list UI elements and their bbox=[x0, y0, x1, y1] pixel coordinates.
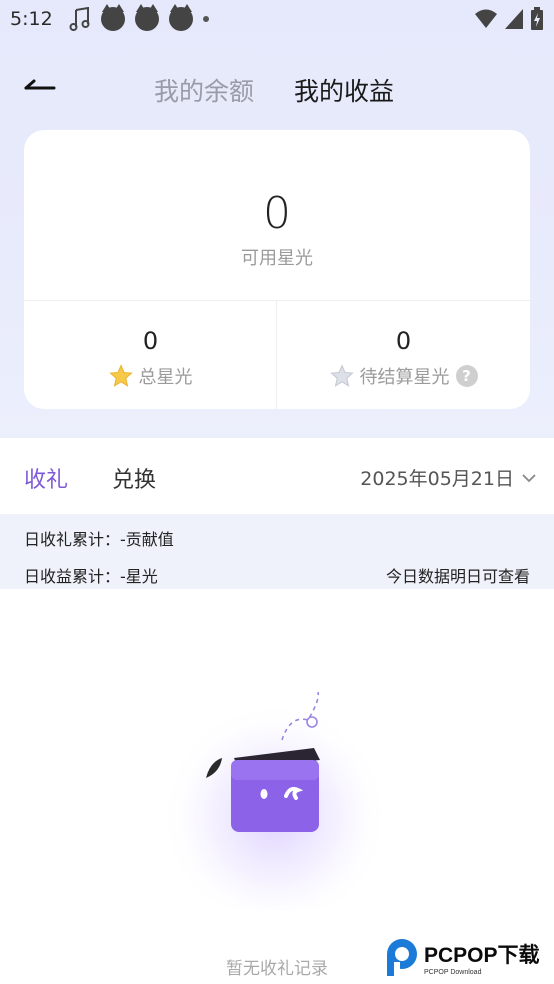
status-bar: 5:12 bbox=[0, 0, 554, 38]
pcpop-logo-icon bbox=[387, 939, 417, 976]
tab-gifts-received[interactable]: 收礼 bbox=[24, 462, 68, 494]
daily-summary-strip: 日收礼累计：-贡献值 日收益累计：-星光 今日数据明日可查看 bbox=[0, 514, 554, 589]
status-time: 5:12 bbox=[10, 8, 53, 30]
back-button[interactable] bbox=[22, 72, 62, 102]
question-icon[interactable]: ? bbox=[455, 365, 478, 387]
cat-notification-icon bbox=[168, 4, 193, 31]
signal-icon bbox=[505, 9, 523, 29]
records-tabs-row: 收礼 兑换 2025年05月21日 bbox=[0, 438, 554, 514]
wifi-icon bbox=[475, 9, 497, 28]
pending-starlight-section: 0 待结算星光 ? bbox=[277, 301, 530, 409]
total-starlight-value: 0 bbox=[142, 327, 159, 355]
tab-my-earnings[interactable]: 我的收益 bbox=[294, 72, 394, 108]
pcpop-watermark: PCPOP下载 PCPOP Download bbox=[387, 939, 540, 976]
pending-starlight-label: 待结算星光 bbox=[359, 367, 450, 388]
battery-charging-icon bbox=[531, 7, 543, 30]
data-availability-note: 今日数据明日可查看 bbox=[385, 567, 530, 586]
watermark-sub: PCPOP Download bbox=[424, 969, 482, 976]
gray-star-icon bbox=[329, 364, 354, 387]
pending-starlight-label-row: 待结算星光 ? bbox=[277, 363, 530, 389]
total-starlight-label: 总星光 bbox=[138, 367, 193, 388]
daily-gift-total: 日收礼累计：-贡献值 bbox=[24, 530, 174, 549]
available-starlight-value: 0 bbox=[263, 188, 291, 239]
chevron-down-icon bbox=[522, 473, 536, 482]
nav-header: 我的余额 我的收益 bbox=[0, 58, 554, 118]
total-starlight-section: 0 总星光 bbox=[24, 301, 277, 409]
status-icons-left bbox=[69, 4, 209, 31]
music-note-icon bbox=[69, 7, 90, 31]
gold-star-icon bbox=[108, 364, 133, 387]
available-starlight-label: 可用星光 bbox=[241, 248, 313, 269]
cat-notification-icon bbox=[100, 4, 125, 31]
date-picker-value: 2025年05月21日 bbox=[360, 468, 514, 490]
cat-notification-icon bbox=[134, 4, 159, 31]
status-icons-right bbox=[474, 7, 544, 31]
dot-icon bbox=[202, 16, 209, 22]
earnings-summary-card: 0 可用星光 0 总星光 0 待结算星光 ? bbox=[24, 130, 530, 409]
watermark-brand: PCPOP下载 bbox=[424, 943, 540, 967]
daily-income-total: 日收益累计：-星光 bbox=[24, 567, 158, 586]
pending-starlight-value: 0 bbox=[395, 327, 412, 355]
total-starlight-label-row: 总星光 bbox=[24, 363, 277, 389]
purple-box-mascot-icon bbox=[160, 690, 390, 910]
back-arrow-icon bbox=[24, 79, 56, 90]
tab-my-balance[interactable]: 我的余额 bbox=[154, 72, 254, 108]
tab-exchange[interactable]: 兑换 bbox=[112, 462, 156, 494]
date-picker[interactable]: 2025年05月21日 bbox=[360, 464, 536, 491]
